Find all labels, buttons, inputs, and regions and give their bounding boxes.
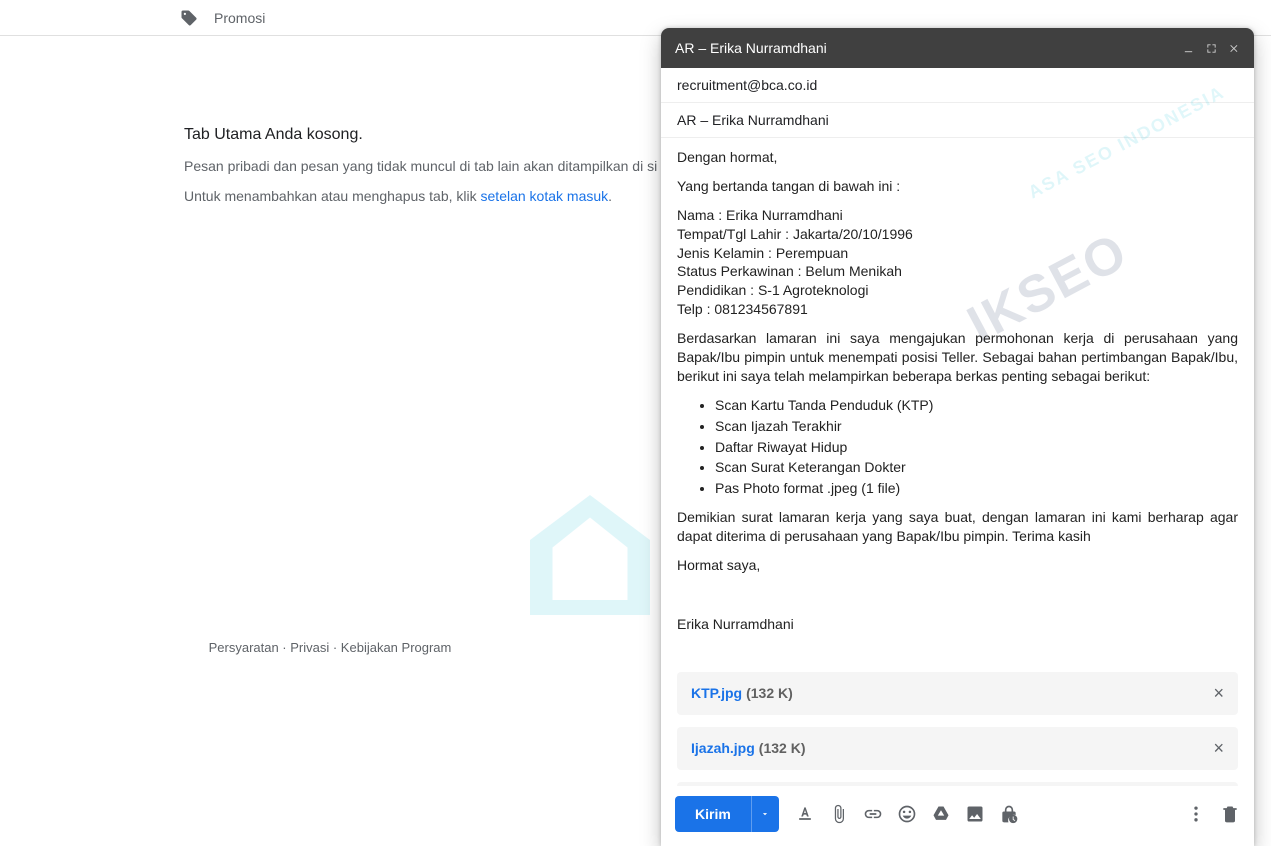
more-vert-icon <box>1186 804 1206 824</box>
body-bio: Nama : Erika Nurramdhani Tempat/Tgl Lahi… <box>677 206 1238 319</box>
send-button[interactable]: Kirim <box>675 796 779 832</box>
list-item: Scan Surat Keterangan Dokter <box>715 458 1238 477</box>
confidential-mode-button[interactable] <box>999 804 1019 824</box>
text-format-icon <box>795 804 815 824</box>
list-item: Pas Photo format .jpeg (1 file) <box>715 479 1238 498</box>
attachment-name: KTP.jpg <box>691 684 742 703</box>
tab-label: Promosi <box>214 10 265 26</box>
watermark-logo-icon <box>500 480 680 630</box>
subject-field[interactable]: AR – Erika Nurramdhani <box>661 103 1254 138</box>
body-para2: Demikian surat lamaran kerja yang saya b… <box>677 508 1238 546</box>
body-intro: Yang bertanda tangan di bawah ini : <box>677 177 1238 196</box>
attachment-item[interactable]: Daftar Riwayat Hidup.docx (55 K) × <box>677 782 1238 786</box>
body-para1: Berdasarkan lamaran ini saya mengajukan … <box>677 329 1238 386</box>
emoji-icon <box>897 804 917 824</box>
attachment-size: (132 K) <box>746 684 793 703</box>
attachment-item[interactable]: KTP.jpg (132 K) × <box>677 672 1238 715</box>
body-signature: Erika Nurramdhani <box>677 615 1238 634</box>
more-options-button[interactable] <box>1186 804 1206 824</box>
attachment-list: KTP.jpg (132 K) × Ijazah.jpg (132 K) × D… <box>677 672 1238 786</box>
discard-draft-button[interactable] <box>1220 804 1240 824</box>
link-icon <box>863 804 883 824</box>
fullscreen-button[interactable] <box>1206 43 1217 54</box>
inbox-settings-link[interactable]: setelan kotak masuk <box>481 188 609 204</box>
compose-title: AR – Erika Nurramdhani <box>675 40 1183 56</box>
footer-links[interactable]: Persyaratan · Privasi · Kebijakan Progra… <box>0 640 660 655</box>
insert-photo-button[interactable] <box>965 804 985 824</box>
body-salutation: Dengan hormat, <box>677 148 1238 167</box>
insert-emoji-button[interactable] <box>897 804 917 824</box>
list-item: Scan Kartu Tanda Penduduk (KTP) <box>715 396 1238 415</box>
chevron-down-icon <box>760 809 770 819</box>
attachment-name: Ijazah.jpg <box>691 739 755 758</box>
compose-body-editor[interactable]: Dengan hormat, Yang bertanda tangan di b… <box>661 138 1254 786</box>
drive-icon <box>931 804 951 824</box>
minimize-icon <box>1183 43 1194 54</box>
to-field[interactable]: recruitment@bca.co.id <box>661 68 1254 103</box>
body-list: Scan Kartu Tanda Penduduk (KTP) Scan Ija… <box>715 396 1238 498</box>
compose-window: AR – Erika Nurramdhani ASA SEO INDONESIA… <box>661 28 1254 846</box>
send-options-button[interactable] <box>751 796 779 832</box>
image-icon <box>965 804 985 824</box>
tag-icon <box>180 9 198 27</box>
close-icon <box>1229 43 1240 54</box>
attach-button[interactable] <box>829 804 849 824</box>
attachment-remove-button[interactable]: × <box>1213 739 1224 757</box>
tab-promosi[interactable]: Promosi <box>180 9 265 27</box>
list-item: Scan Ijazah Terakhir <box>715 417 1238 436</box>
insert-link-button[interactable] <box>863 804 883 824</box>
attachment-size: (132 K) <box>759 739 806 758</box>
close-button[interactable] <box>1229 43 1240 54</box>
fullscreen-icon <box>1206 43 1217 54</box>
minimize-button[interactable] <box>1183 43 1194 54</box>
trash-icon <box>1220 804 1240 824</box>
attachment-remove-button[interactable]: × <box>1213 684 1224 702</box>
attachment-item[interactable]: Ijazah.jpg (132 K) × <box>677 727 1238 770</box>
lock-clock-icon <box>999 804 1019 824</box>
insert-drive-button[interactable] <box>931 804 951 824</box>
compose-header[interactable]: AR – Erika Nurramdhani <box>661 28 1254 68</box>
compose-toolbar: Kirim <box>661 786 1254 846</box>
paperclip-icon <box>829 804 849 824</box>
list-item: Daftar Riwayat Hidup <box>715 438 1238 457</box>
formatting-button[interactable] <box>795 804 815 824</box>
body-closing: Hormat saya, <box>677 556 1238 575</box>
send-label[interactable]: Kirim <box>675 796 751 832</box>
